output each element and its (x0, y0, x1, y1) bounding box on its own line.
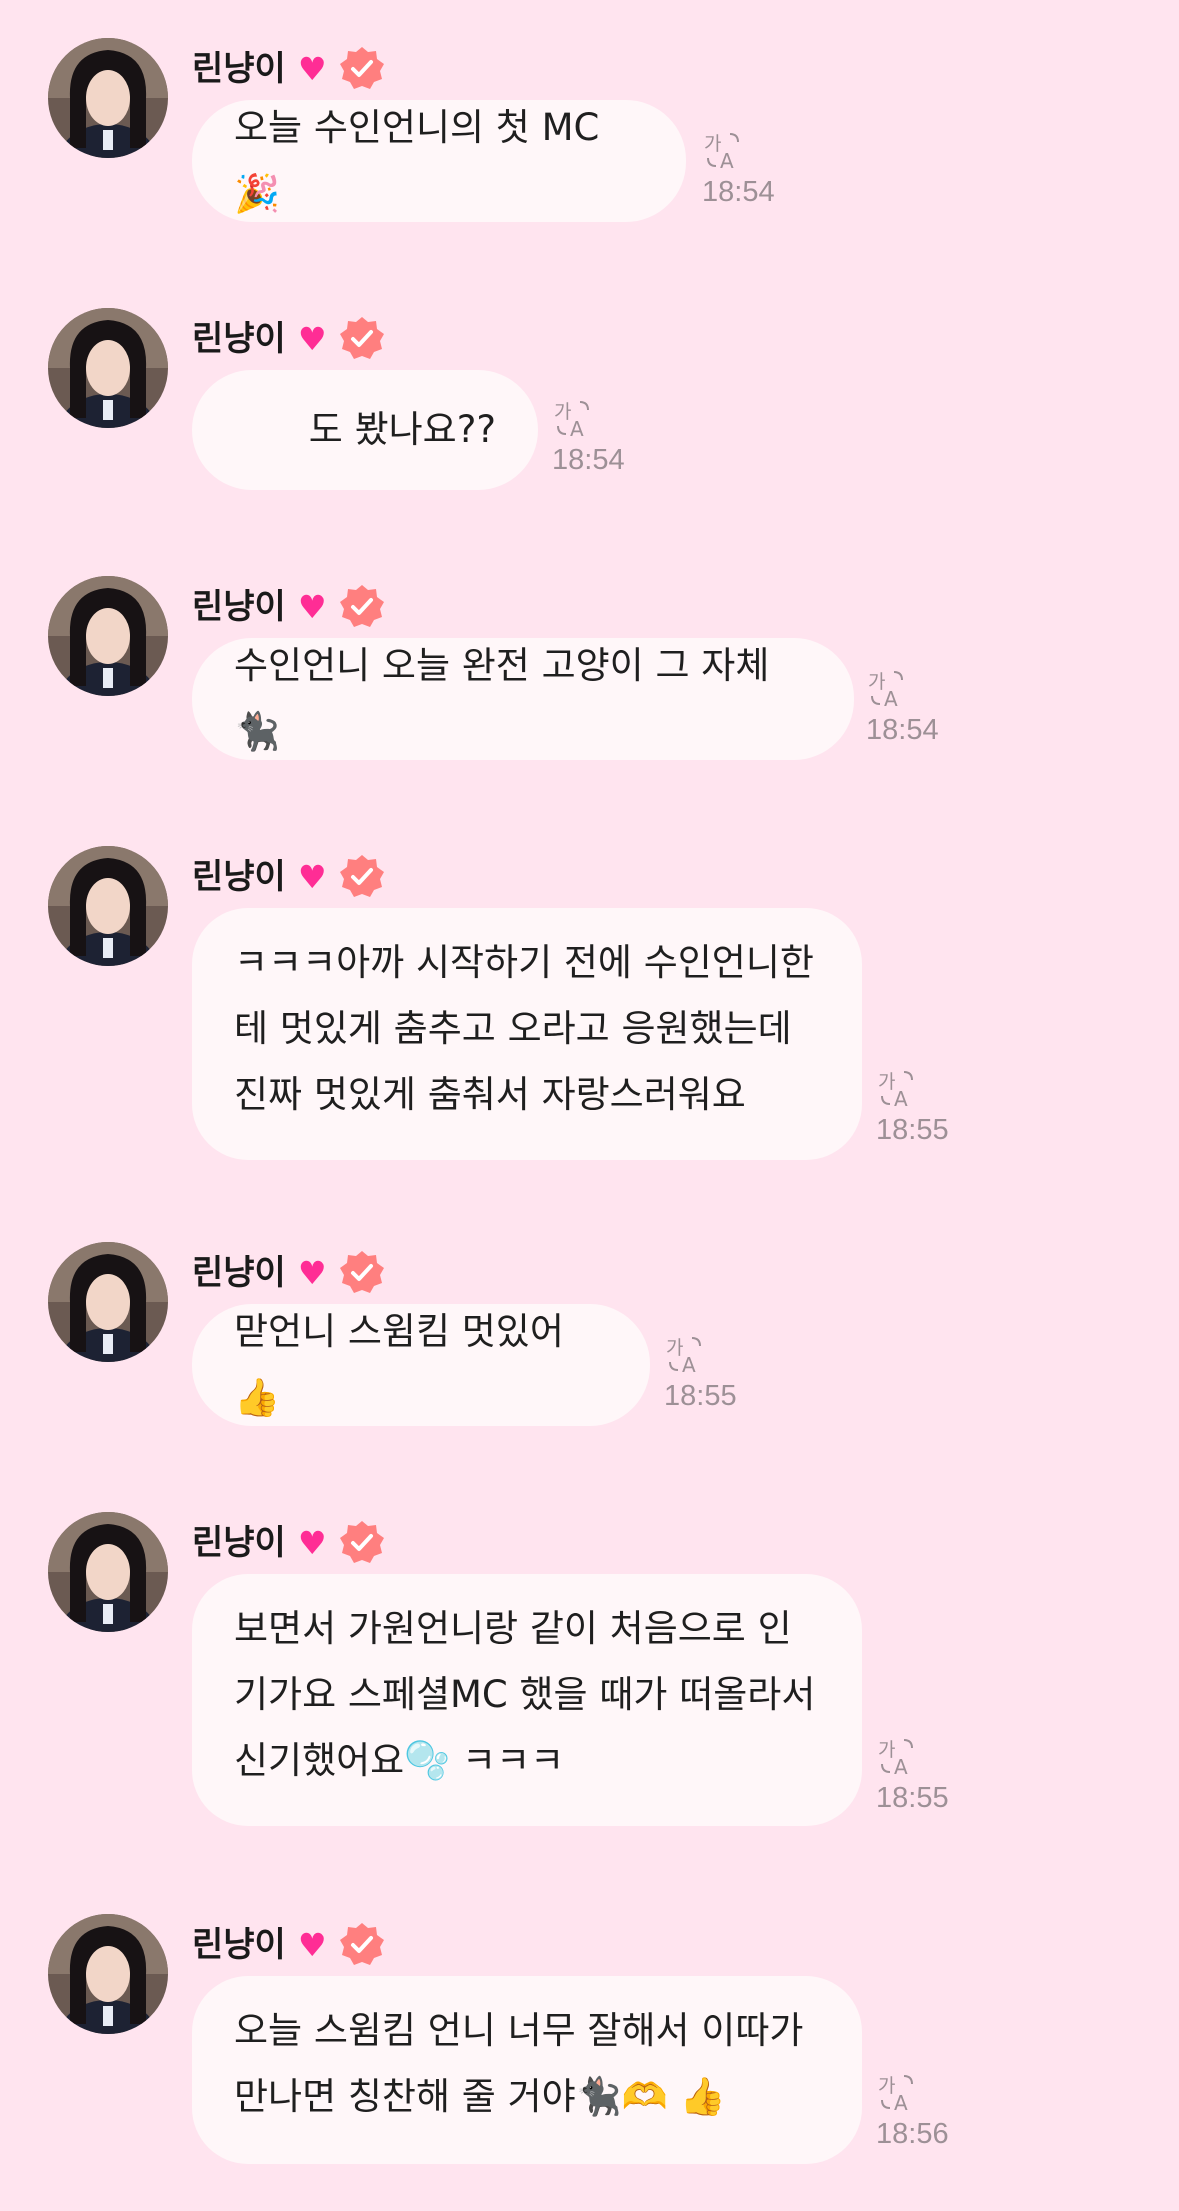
svg-text:A: A (884, 687, 898, 710)
message-time: 18:54 (552, 444, 625, 476)
svg-text:A: A (682, 1353, 696, 1376)
translate-icon[interactable]: 가A (552, 398, 594, 440)
heart-icon: ♥ (297, 1254, 327, 1292)
heart-icon: ♥ (297, 858, 327, 896)
message-time: 18:54 (866, 714, 939, 746)
avatar[interactable] (48, 38, 168, 158)
svg-text:가: 가 (554, 401, 571, 423)
sender-name: 린냥이 (192, 1523, 286, 1563)
verified-badge-icon (339, 1521, 384, 1563)
translate-icon[interactable]: 가A (876, 1736, 918, 1778)
sender-name: 린냥이 (192, 49, 286, 89)
svg-text:A: A (894, 2091, 908, 2114)
heart-icon: ♥ (297, 1926, 327, 1964)
message-time: 18:55 (876, 1782, 949, 1814)
message-bubble[interactable]: 맏언니 스윔킴 멋있어👍 (192, 1304, 650, 1426)
verified-badge-icon (339, 1251, 384, 1293)
verified-badge-icon (339, 47, 384, 89)
svg-text:A: A (720, 149, 734, 172)
avatar[interactable] (48, 846, 168, 966)
sender-name: 린냥이 (192, 587, 286, 627)
verified-badge-icon (339, 585, 384, 627)
message-time: 18:55 (664, 1380, 737, 1412)
svg-text:가: 가 (878, 2075, 895, 2097)
sender-name-row: 린냥이 ♥ (192, 1922, 385, 1968)
sender-name-row: 린냥이 ♥ (192, 46, 385, 92)
message-meta: 가A 18:55 (876, 1068, 949, 1147)
sender-name-row: 린냥이 ♥ (192, 854, 385, 900)
svg-text:가: 가 (666, 1337, 683, 1359)
message-text: 오늘 수인언니의 첫 MC🎉 (234, 106, 600, 215)
heart-icon: ♥ (297, 320, 327, 358)
message-text: ㅋㅋㅋ아까 시작하기 전에 수인언니한 테 멋있게 춤추고 오라고 응원했는데 … (234, 941, 814, 1116)
svg-text:가: 가 (878, 1071, 895, 1093)
svg-text:A: A (570, 417, 584, 440)
message-meta: 가A 18:56 (876, 2072, 949, 2151)
sender-name: 린냥이 (192, 857, 286, 897)
message-text: 맏언니 스윔킴 멋있어👍 (234, 1310, 564, 1419)
svg-text:가: 가 (868, 671, 885, 693)
avatar[interactable] (48, 1914, 168, 2034)
message-bubble[interactable]: 수인언니 오늘 완전 고양이 그 자체🐈‍⬛ (192, 638, 854, 760)
avatar[interactable] (48, 308, 168, 428)
message-bubble[interactable]: 오늘 스윔킴 언니 너무 잘해서 이따가 만나면 칭찬해 줄 거야🐈‍⬛🫶 👍 (192, 1976, 862, 2164)
svg-text:가: 가 (878, 1739, 895, 1761)
verified-badge-icon (339, 855, 384, 897)
avatar[interactable] (48, 1512, 168, 1632)
message-text: 도 봤나요?? (308, 408, 496, 451)
heart-icon: ♥ (297, 588, 327, 626)
message-time: 18:55 (876, 1114, 949, 1146)
message-text: 오늘 스윔킴 언니 너무 잘해서 이따가 만나면 칭찬해 줄 거야🐈‍⬛🫶 👍 (234, 2009, 804, 2118)
message-meta: 가A 18:54 (866, 668, 939, 747)
sender-name-row: 린냥이 ♥ (192, 316, 385, 362)
translate-icon[interactable]: 가A (876, 2072, 918, 2114)
avatar[interactable] (48, 1242, 168, 1362)
translate-icon[interactable]: 가A (866, 668, 908, 710)
message-text: 보면서 가원언니랑 같이 처음으로 인 기가요 스페셜MC 했을 때가 떠올라서… (234, 1607, 816, 1782)
sender-name: 린냥이 (192, 1253, 286, 1293)
message-bubble[interactable]: 도 봤나요?? (192, 370, 538, 490)
message-bubble[interactable]: 보면서 가원언니랑 같이 처음으로 인 기가요 스페셜MC 했을 때가 떠올라서… (192, 1574, 862, 1826)
message-time: 18:56 (876, 2118, 949, 2150)
svg-text:A: A (894, 1087, 908, 1110)
message-text: 수인언니 오늘 완전 고양이 그 자체🐈‍⬛ (234, 644, 770, 753)
verified-badge-icon (339, 1923, 384, 1965)
sender-name-row: 린냥이 ♥ (192, 1520, 385, 1566)
sender-name: 린냥이 (192, 1925, 286, 1965)
translate-icon[interactable]: 가A (702, 130, 744, 172)
avatar[interactable] (48, 576, 168, 696)
message-bubble[interactable]: ㅋㅋㅋ아까 시작하기 전에 수인언니한 테 멋있게 춤추고 오라고 응원했는데 … (192, 908, 862, 1160)
message-meta: 가A 18:54 (702, 130, 775, 209)
sender-name-row: 린냥이 ♥ (192, 1250, 385, 1296)
translate-icon[interactable]: 가A (876, 1068, 918, 1110)
sender-name-row: 린냥이 ♥ (192, 584, 385, 630)
translate-icon[interactable]: 가A (664, 1334, 706, 1376)
heart-icon: ♥ (297, 1524, 327, 1562)
svg-text:가: 가 (704, 133, 721, 155)
message-meta: 가A 18:55 (664, 1334, 737, 1413)
message-meta: 가A 18:55 (876, 1736, 949, 1815)
message-time: 18:54 (702, 176, 775, 208)
message-bubble[interactable]: 오늘 수인언니의 첫 MC🎉 (192, 100, 686, 222)
message-meta: 가A 18:54 (552, 398, 625, 477)
verified-badge-icon (339, 317, 384, 359)
svg-text:A: A (894, 1755, 908, 1778)
sender-name: 린냥이 (192, 319, 286, 359)
heart-icon: ♥ (297, 50, 327, 88)
